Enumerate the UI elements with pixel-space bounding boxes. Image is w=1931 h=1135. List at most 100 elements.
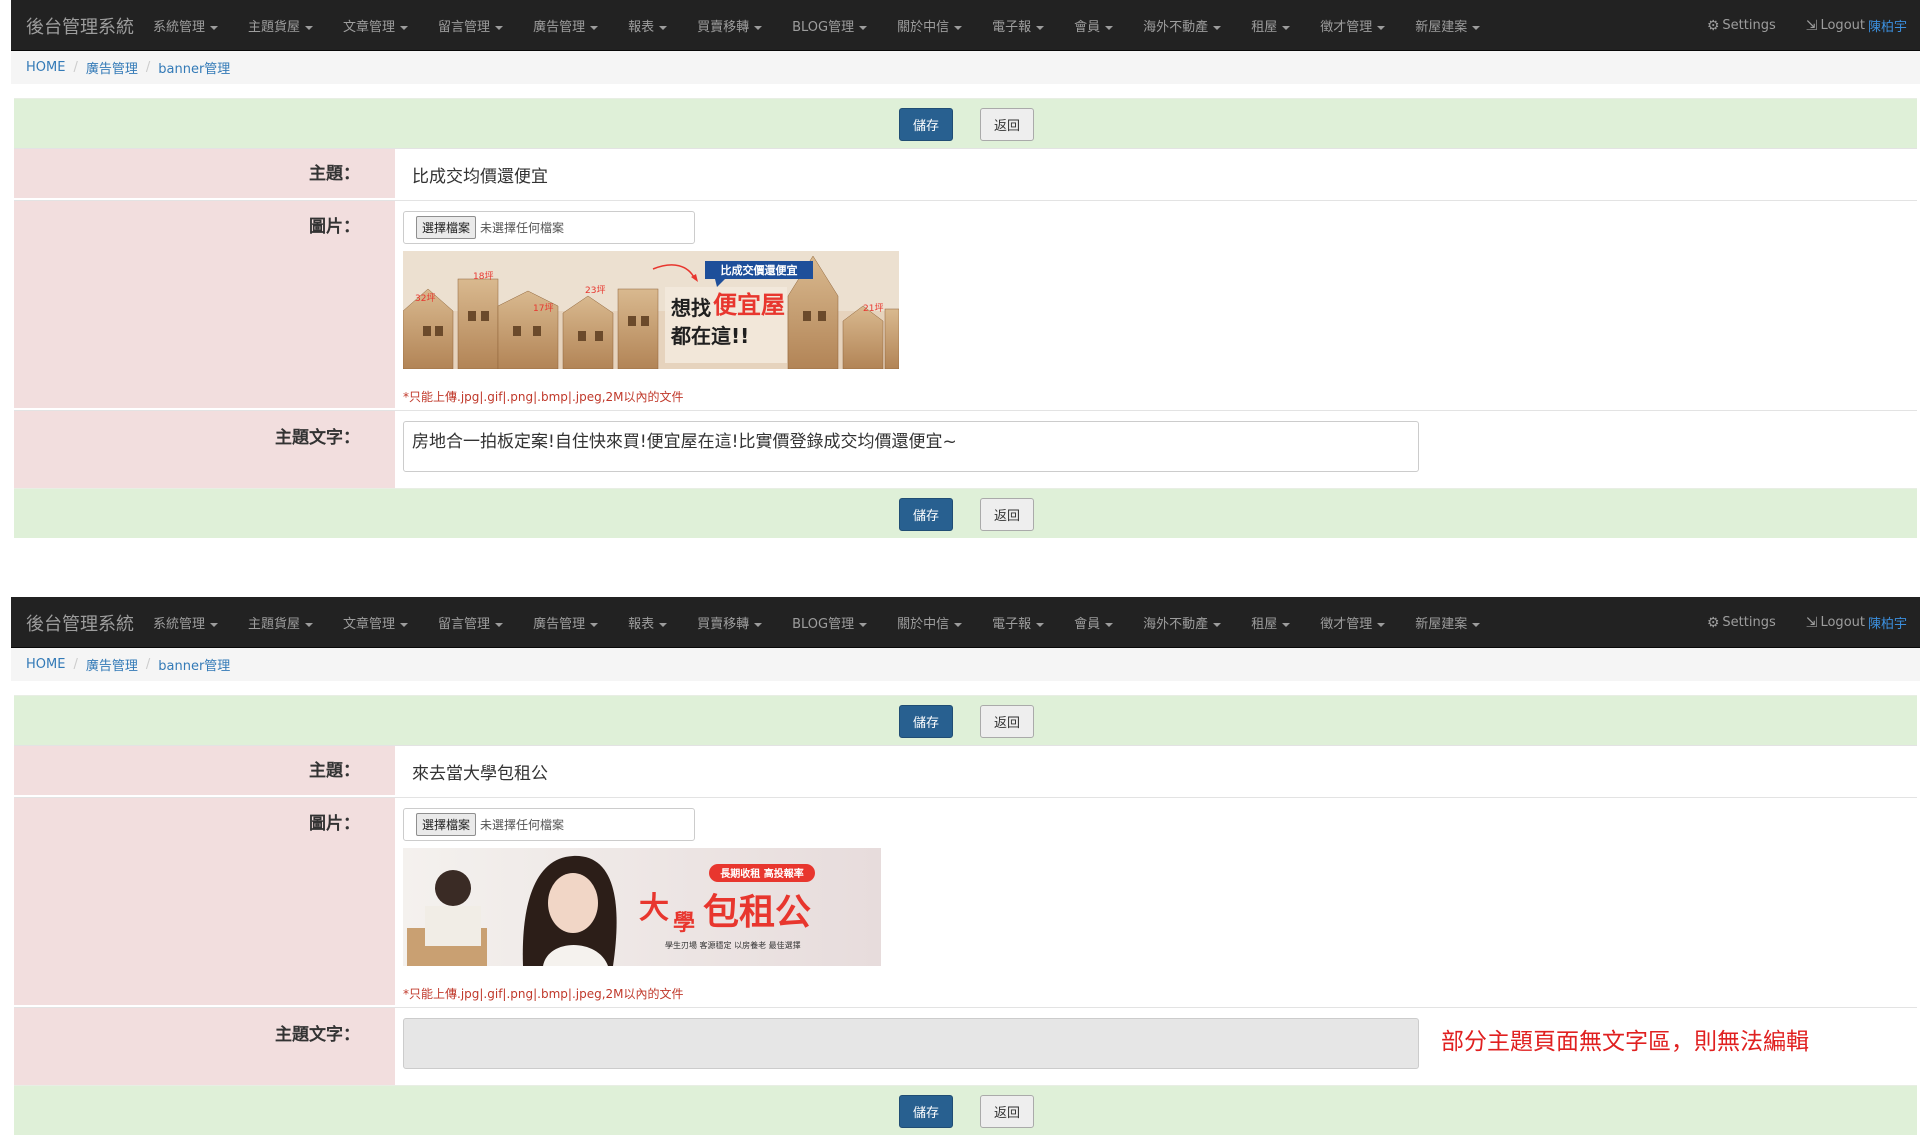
banner-tag: 比成交價還便宜 [721,263,798,277]
menu-system[interactable]: 系統管理 [153,16,219,35]
menu-new-builds[interactable]: 新屋建案 [1415,16,1481,35]
menu-overseas[interactable]: 海外不動產 [1143,613,1222,632]
menu-members[interactable]: 會員 [1074,613,1114,632]
caret-down-icon [1105,25,1114,30]
back-button[interactable]: 返回 [980,705,1034,738]
image-row: 圖片： 選擇檔案 未選擇任何檔案 [14,200,1917,408]
subject-row: 主題： 比成交均價還便宜 [14,148,1917,198]
menu-overseas[interactable]: 海外不動產 [1143,16,1222,35]
menu-rentals[interactable]: 租屋 [1251,16,1291,35]
menu-reports[interactable]: 報表 [628,16,668,35]
nav-right: ⚙ Settings ⇲ Logout 陳柏宇 [1677,597,1907,648]
caret-down-icon [400,622,409,627]
top-navbar: 後台管理系統 系統管理 主題貨屋 文章管理 留言管理 廣告管理 報表 買賣移轉 … [11,0,1920,51]
save-button[interactable]: 儲存 [899,705,953,738]
subject-label: 主題： [14,746,395,795]
choose-file-button[interactable]: 選擇檔案 [416,813,477,836]
banner-size-label: 21坪 [863,303,883,314]
menu-recruit[interactable]: 徵才管理 [1320,613,1386,632]
back-button[interactable]: 返回 [980,498,1034,531]
breadcrumb-home[interactable]: HOME [26,60,65,75]
banner-subline: 學生刃場 客源穩定 以房養老 最佳選擇 [665,940,801,950]
menu-recruit[interactable]: 徵才管理 [1320,16,1386,35]
banner-headline: 大 [639,891,669,926]
caret-down-icon [1282,622,1291,627]
menu-newsletter[interactable]: 電子報 [992,613,1045,632]
menu-reports[interactable]: 報表 [628,613,668,632]
banner-size-label: 32坪 [415,293,435,304]
menu-rentals[interactable]: 租屋 [1251,613,1291,632]
banner-headline: 學 [673,910,695,936]
breadcrumb-banner[interactable]: banner管理 [158,58,230,77]
menu-blog[interactable]: BLOG管理 [792,16,868,35]
save-button[interactable]: 儲存 [899,1095,953,1128]
caret-down-icon [1036,622,1045,627]
settings-link[interactable]: ⚙ Settings [1707,615,1776,631]
breadcrumb-ads[interactable]: 廣告管理 [86,655,138,674]
gear-icon: ⚙ [1706,17,1720,34]
caret-down-icon [1213,25,1222,30]
breadcrumb-separator: / [145,60,151,75]
menu-transfers[interactable]: 買賣移轉 [697,613,763,632]
choose-file-button[interactable]: 選擇檔案 [416,216,477,239]
banner-edit-form: 儲存 返回 主題： 來去當大學包租公 圖片： 選擇檔案 未選擇任何檔案 長期收租… [14,695,1917,1135]
breadcrumb: HOME / 廣告管理 / banner管理 [11,51,1920,84]
breadcrumb-home[interactable]: HOME [26,657,65,672]
username-link[interactable]: 陳柏宇 [1868,16,1907,35]
menu-system[interactable]: 系統管理 [153,613,219,632]
menu-new-builds[interactable]: 新屋建案 [1415,613,1481,632]
menu-articles[interactable]: 文章管理 [343,16,409,35]
menu-about[interactable]: 關於中信 [897,16,963,35]
save-button[interactable]: 儲存 [899,498,953,531]
banner-tag: 長期收租 高投報率 [720,867,803,880]
settings-link[interactable]: ⚙ Settings [1707,18,1776,34]
action-row-top: 儲存 返回 [14,98,1917,148]
caret-down-icon [495,25,504,30]
caret-down-icon [1472,622,1481,627]
file-input[interactable]: 選擇檔案 未選擇任何檔案 [403,211,695,244]
caret-down-icon [954,622,963,627]
subject-value: 比成交均價還便宜 [412,167,548,187]
menu-about[interactable]: 關於中信 [897,613,963,632]
main-menu: 系統管理 主題貨屋 文章管理 留言管理 廣告管理 報表 買賣移轉 BLOG管理 … [153,597,1510,648]
caret-down-icon [400,25,409,30]
nav-right: ⚙ Settings ⇲ Logout 陳柏宇 [1677,0,1907,51]
brand-title[interactable]: 後台管理系統 [26,13,134,39]
logout-link[interactable]: ⇲ Logout 陳柏宇 [1806,613,1907,633]
caret-down-icon [1377,25,1386,30]
menu-articles[interactable]: 文章管理 [343,613,409,632]
subject-text-input[interactable]: 房地合一拍板定案!自住快來買!便宜屋在這!比實價登錄成交均價還便宜~ [403,421,1419,472]
menu-theme-houses[interactable]: 主題貨屋 [248,613,314,632]
menu-theme-houses[interactable]: 主題貨屋 [248,16,314,35]
breadcrumb-separator: / [145,657,151,672]
logout-link[interactable]: ⇲ Logout 陳柏宇 [1806,16,1907,36]
username-link[interactable]: 陳柏宇 [1868,613,1907,632]
caret-down-icon [210,25,219,30]
main-menu: 系統管理 主題貨屋 文章管理 留言管理 廣告管理 報表 買賣移轉 BLOG管理 … [153,0,1510,51]
menu-ads[interactable]: 廣告管理 [533,16,599,35]
menu-blog[interactable]: BLOG管理 [792,613,868,632]
back-button[interactable]: 返回 [980,108,1034,141]
caret-down-icon [210,622,219,627]
top-navbar: 後台管理系統 系統管理 主題貨屋 文章管理 留言管理 廣告管理 報表 買賣移轉 … [11,597,1920,648]
brand-title[interactable]: 後台管理系統 [26,610,134,636]
breadcrumb-banner[interactable]: banner管理 [158,655,230,674]
subject-text-row: 主題文字： 房地合一拍板定案!自住快來買!便宜屋在這!比實價登錄成交均價還便宜~ [14,410,1917,488]
back-button[interactable]: 返回 [980,1095,1034,1128]
caret-down-icon [859,25,868,30]
image-row: 圖片： 選擇檔案 未選擇任何檔案 [14,797,1917,1005]
caret-down-icon [1377,622,1386,627]
menu-members[interactable]: 會員 [1074,16,1114,35]
menu-messages[interactable]: 留言管理 [438,613,504,632]
menu-ads[interactable]: 廣告管理 [533,613,599,632]
menu-messages[interactable]: 留言管理 [438,16,504,35]
file-input[interactable]: 選擇檔案 未選擇任何檔案 [403,808,695,841]
caret-down-icon [305,622,314,627]
save-button[interactable]: 儲存 [899,108,953,141]
menu-newsletter[interactable]: 電子報 [992,16,1045,35]
breadcrumb-separator: / [73,657,78,672]
breadcrumb-ads[interactable]: 廣告管理 [86,58,138,77]
action-row-bottom: 儲存 返回 [14,488,1917,538]
image-cell: 選擇檔案 未選擇任何檔案 [395,201,1917,408]
menu-transfers[interactable]: 買賣移轉 [697,16,763,35]
